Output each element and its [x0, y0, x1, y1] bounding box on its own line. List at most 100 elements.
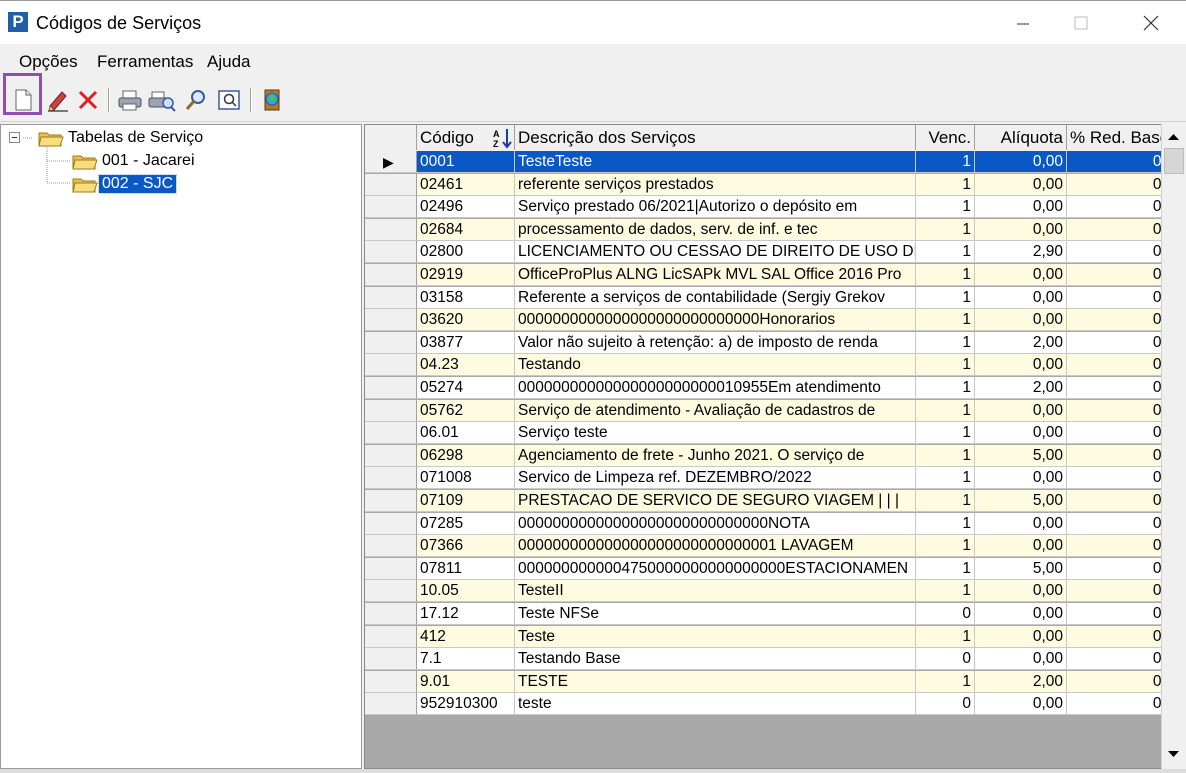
minimize-button[interactable]: [1000, 1, 1046, 45]
row-indicator[interactable]: [365, 557, 417, 580]
row-indicator[interactable]: [365, 670, 417, 693]
cell-codigo[interactable]: 07285: [417, 512, 515, 535]
table-row[interactable]: 02461referente serviços prestados10,000,…: [365, 173, 1185, 196]
table-row[interactable]: 06.01Serviço teste10,000,00: [365, 422, 1185, 445]
cell-venc[interactable]: 1: [916, 286, 975, 309]
cell-descricao[interactable]: Agenciamento de frete - Junho 2021. O se…: [515, 444, 916, 467]
cell-aliquota[interactable]: 0,00: [975, 399, 1067, 422]
cell-aliquota[interactable]: 0,00: [975, 580, 1067, 603]
cell-venc[interactable]: 0: [916, 603, 975, 625]
row-indicator[interactable]: [365, 309, 417, 332]
row-indicator[interactable]: [365, 218, 417, 241]
cell-descricao[interactable]: TesteII: [515, 580, 916, 603]
cell-venc[interactable]: 1: [916, 354, 975, 377]
table-row[interactable]: 412Teste10,000,00: [365, 625, 1185, 648]
cell-codigo[interactable]: 071008: [417, 467, 515, 490]
cell-aliquota[interactable]: 5,00: [975, 490, 1067, 512]
scroll-thumb[interactable]: [1164, 148, 1184, 174]
cell-codigo[interactable]: 7.1: [417, 648, 515, 671]
cell-aliquota[interactable]: 2,00: [975, 331, 1067, 354]
scroll-up-icon[interactable]: [1162, 127, 1185, 147]
menu-ajuda[interactable]: Ajuda: [207, 52, 250, 72]
table-row[interactable]: 04.23Testando10,000,00: [365, 354, 1185, 377]
cell-codigo[interactable]: 02496: [417, 196, 515, 219]
cell-descricao[interactable]: referente serviços prestados: [515, 173, 916, 196]
table-row[interactable]: 952910300teste00,000,00: [365, 693, 1185, 716]
table-row[interactable]: 17.12Teste NFSe00,000,00: [365, 603, 1185, 625]
row-indicator[interactable]: [365, 196, 417, 219]
table-row[interactable]: 05762 Serviço de atendimento - Avaliação …: [365, 399, 1185, 422]
cell-venc[interactable]: 1: [916, 535, 975, 558]
cell-aliquota[interactable]: 0,00: [975, 467, 1067, 490]
cell-codigo[interactable]: 03877: [417, 331, 515, 354]
cell-descricao[interactable]: Serviço prestado 06/2021|Autorizo o depó…: [515, 196, 916, 219]
cell-aliquota[interactable]: 5,00: [975, 557, 1067, 580]
cell-venc[interactable]: 1: [916, 557, 975, 580]
menu-opcoes[interactable]: Opções: [19, 52, 78, 72]
cell-venc[interactable]: 1: [916, 196, 975, 219]
cell-codigo[interactable]: 02800: [417, 241, 515, 264]
row-indicator[interactable]: [365, 331, 417, 354]
delete-button[interactable]: [74, 86, 102, 114]
zoom-button[interactable]: [215, 86, 243, 114]
tree-item-002[interactable]: 002 - SJC: [71, 173, 178, 195]
cell-codigo[interactable]: 07109: [417, 490, 515, 512]
table-row[interactable]: 07109 PRESTACAO DE SERVICO DE SEGURO VIAG…: [365, 490, 1185, 512]
cell-descricao[interactable]: Servico de Limpeza ref. DEZEMBRO/2022: [515, 467, 916, 490]
cell-codigo[interactable]: 05762: [417, 399, 515, 422]
cell-venc[interactable]: 1: [916, 422, 975, 445]
cell-codigo[interactable]: 06298: [417, 444, 515, 467]
row-indicator[interactable]: [365, 399, 417, 422]
row-indicator[interactable]: [365, 241, 417, 264]
table-row[interactable]: ▶0001TesteTeste10,000,00: [365, 151, 1185, 173]
row-indicator[interactable]: [365, 377, 417, 399]
row-indicator[interactable]: [365, 467, 417, 490]
cell-aliquota[interactable]: 0,00: [975, 422, 1067, 445]
cell-codigo[interactable]: 07366: [417, 535, 515, 558]
cell-codigo[interactable]: 0001: [417, 151, 515, 173]
row-indicator[interactable]: [365, 693, 417, 716]
cell-venc[interactable]: 1: [916, 625, 975, 648]
row-indicator[interactable]: [365, 648, 417, 671]
cell-aliquota[interactable]: 5,00: [975, 444, 1067, 467]
row-indicator[interactable]: [365, 173, 417, 196]
tree-item-001[interactable]: 001 - Jacarei: [71, 150, 198, 172]
cell-codigo[interactable]: 07811: [417, 557, 515, 580]
cell-venc[interactable]: 1: [916, 331, 975, 354]
cell-aliquota[interactable]: 0,00: [975, 625, 1067, 648]
cell-descricao[interactable]: Referente a serviços de contabilidade (S…: [515, 286, 916, 309]
cell-venc[interactable]: 0: [916, 693, 975, 716]
cell-codigo[interactable]: 02919: [417, 264, 515, 286]
cell-venc[interactable]: 1: [916, 490, 975, 512]
vertical-scrollbar[interactable]: [1161, 124, 1186, 769]
cell-codigo[interactable]: 952910300: [417, 693, 515, 716]
cell-aliquota[interactable]: 0,00: [975, 512, 1067, 535]
table-row[interactable]: 05274 00000000000000000000000010955Em ate…: [365, 377, 1185, 399]
cell-descricao[interactable]: TesteTeste: [515, 151, 916, 173]
row-indicator[interactable]: [365, 603, 417, 625]
row-indicator[interactable]: [365, 422, 417, 445]
cell-aliquota[interactable]: 0,00: [975, 196, 1067, 219]
cell-aliquota[interactable]: 0,00: [975, 309, 1067, 332]
cell-codigo[interactable]: 02684: [417, 218, 515, 241]
cell-aliquota[interactable]: 0,00: [975, 648, 1067, 671]
table-row[interactable]: 07811 0000000000004750000000000000000ESTA…: [365, 557, 1185, 580]
cell-descricao[interactable]: Testando: [515, 354, 916, 377]
cell-venc[interactable]: 1: [916, 241, 975, 264]
column-header-venc[interactable]: Venc.: [916, 125, 975, 150]
cell-venc[interactable]: 1: [916, 399, 975, 422]
table-row[interactable]: 03620 0000000000000000000000000000Honorar…: [365, 309, 1185, 332]
cell-aliquota[interactable]: 0,00: [975, 693, 1067, 716]
cell-descricao[interactable]: Serviço teste: [515, 422, 916, 445]
column-header-codigo[interactable]: Código A Z: [417, 125, 515, 150]
cell-venc[interactable]: 1: [916, 580, 975, 603]
row-indicator[interactable]: [365, 490, 417, 512]
table-row[interactable]: 02800 LICENCIAMENTO OU CESSAO DE DIREITO …: [365, 241, 1185, 264]
cell-descricao[interactable]: processamento de dados, serv. de inf. e …: [515, 218, 916, 241]
column-header-descricao[interactable]: Descrição dos Serviços: [515, 125, 916, 150]
table-row[interactable]: 03158 Referente a serviços de contabilida…: [365, 286, 1185, 309]
cell-codigo[interactable]: 10.05: [417, 580, 515, 603]
cell-descricao[interactable]: PRESTACAO DE SERVICO DE SEGURO VIAGEM | …: [515, 490, 916, 512]
cell-descricao[interactable]: Serviço de atendimento - Avaliação de ca…: [515, 399, 916, 422]
cell-venc[interactable]: 1: [916, 670, 975, 693]
